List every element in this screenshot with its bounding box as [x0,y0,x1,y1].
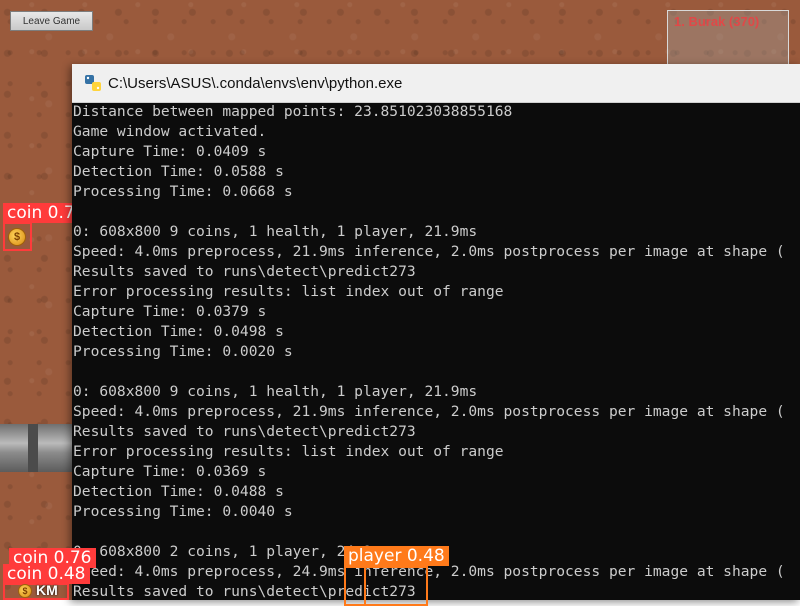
console-line: Distance between mapped points: 23.85102… [73,103,513,120]
console-line: Detection Time: 0.0588 s [73,163,284,180]
console-line: Error processing results: list index out… [73,443,504,460]
distance-hud: KM [36,582,58,598]
road-joint [28,424,38,472]
console-title: C:\Users\ASUS\.conda\envs\env\python.exe [108,74,403,92]
console-line: Game window activated. [73,123,267,140]
coin-icon: $ [18,584,32,598]
console-line: Results saved to runs\detect\predict273 [73,583,416,600]
console-line: 0: 608x800 9 coins, 1 health, 1 player, … [73,383,478,400]
console-line: 0: 608x800 9 coins, 1 health, 1 player, … [73,223,478,240]
console-title-bar[interactable]: C:\Users\ASUS\.conda\envs\env\python.exe [72,64,800,103]
console-line: Results saved to runs\detect\predict273 [73,263,416,280]
console-line: Capture Time: 0.0409 s [73,143,267,160]
console-line: Processing Time: 0.0040 s [73,503,293,520]
coin-detection-label: coin 0.48 [3,564,90,584]
console-line: Capture Time: 0.0379 s [73,303,267,320]
console-line: Speed: 4.0ms preprocess, 21.9ms inferenc… [73,403,785,420]
console-line: Processing Time: 0.0668 s [73,183,293,200]
console-line: Processing Time: 0.0020 s [73,343,293,360]
console-line: Capture Time: 0.0369 s [73,463,267,480]
console-output[interactable]: Distance between mapped points: 23.85102… [72,102,800,600]
python-icon [85,75,101,91]
leaderboard-entry: 1. Burak (370) [674,14,760,29]
console-line: Speed: 4.0ms preprocess, 21.9ms inferenc… [73,243,785,260]
console-window[interactable]: C:\Users\ASUS\.conda\envs\env\python.exe… [72,64,800,600]
leave-game-button[interactable]: Leave Game [10,11,93,31]
player-detection-box [364,566,428,606]
console-line: Results saved to runs\detect\predict273 [73,423,416,440]
console-line: Detection Time: 0.0498 s [73,323,284,340]
player-detection-label: player 0.48 [344,546,449,566]
console-line: Error processing results: list index out… [73,283,504,300]
coin-icon: $ [8,228,26,246]
console-line: Detection Time: 0.0488 s [73,483,284,500]
